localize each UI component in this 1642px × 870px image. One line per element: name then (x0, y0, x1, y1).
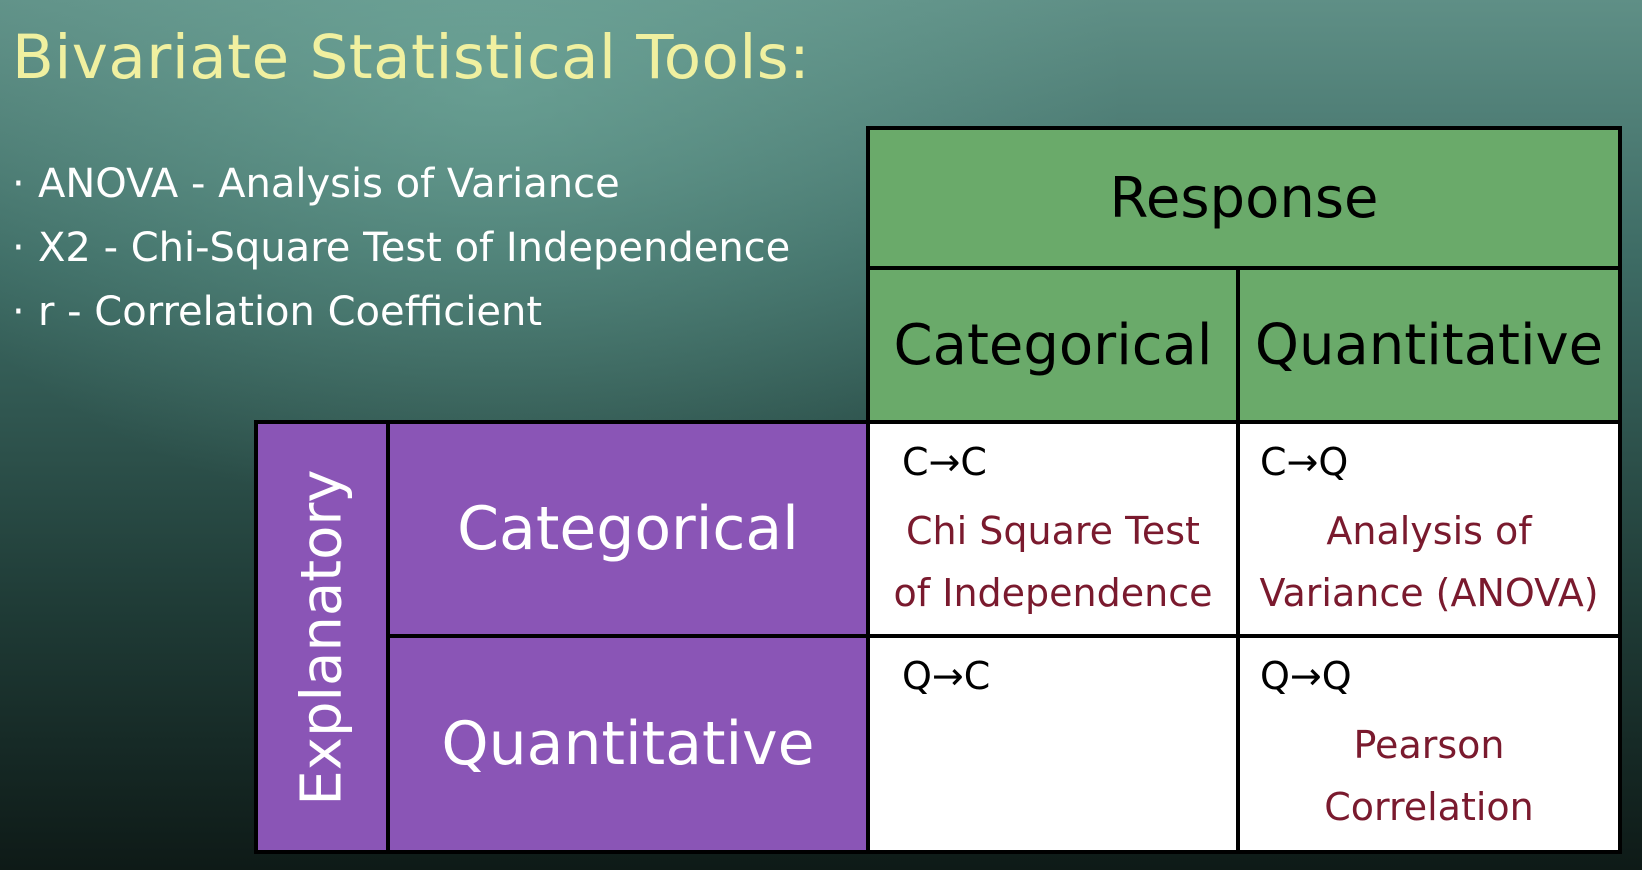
cell-code: C→C (902, 440, 987, 484)
table-cell-quant-cat: Q→C (866, 634, 1240, 854)
table-cell-quant-quant: Q→Q Pearson Correlation (1236, 634, 1622, 854)
bullet-item: · ANOVA - Analysis of Variance (12, 152, 790, 216)
cell-code: Q→Q (1260, 654, 1352, 698)
bullet-item: · r - Correlation Coefficient (12, 280, 790, 344)
column-header-categorical: Categorical (866, 266, 1240, 424)
cell-method: Chi Square Test of Independence (870, 500, 1236, 624)
cell-method-line: of Independence (893, 571, 1213, 615)
column-header-quantitative: Quantitative (1236, 266, 1622, 424)
table-cell-cat-quant: C→Q Analysis of Variance (ANOVA) (1236, 420, 1622, 638)
bullet-marker: · (12, 225, 25, 271)
bullet-list: · ANOVA - Analysis of Variance · X2 - Chi-… (12, 152, 790, 344)
explanatory-label: Explanatory (289, 468, 355, 806)
row-header-quantitative: Quantitative (386, 634, 870, 854)
slide: Bivariate Statistical Tools: · ANOVA - An… (0, 0, 1642, 870)
cell-code: C→Q (1260, 440, 1349, 484)
response-header: Response (866, 126, 1622, 270)
cell-method-line: Pearson (1353, 723, 1505, 767)
cell-method-line: Chi Square Test (906, 509, 1200, 553)
cell-method: Analysis of Variance (ANOVA) (1240, 500, 1618, 624)
bullet-text: ANOVA - Analysis of Variance (38, 161, 620, 207)
slide-title: Bivariate Statistical Tools: (12, 22, 811, 93)
bullet-text: r - Correlation Coefficient (38, 289, 543, 335)
row-header-categorical: Categorical (386, 420, 870, 638)
cell-method-line: Analysis of (1326, 509, 1532, 553)
bullet-text: X2 - Chi-Square Test of Independence (38, 225, 791, 271)
explanatory-header: Explanatory (254, 420, 390, 854)
cell-method-line: Variance (ANOVA) (1259, 571, 1599, 615)
table-cell-cat-cat: C→C Chi Square Test of Independence (866, 420, 1240, 638)
cell-code: Q→C (902, 654, 991, 698)
cell-method: Pearson Correlation (1240, 714, 1618, 838)
bullet-marker: · (12, 289, 25, 335)
bullet-item: · X2 - Chi-Square Test of Independence (12, 216, 790, 280)
bullet-marker: · (12, 161, 25, 207)
cell-method-line: Correlation (1324, 785, 1534, 829)
